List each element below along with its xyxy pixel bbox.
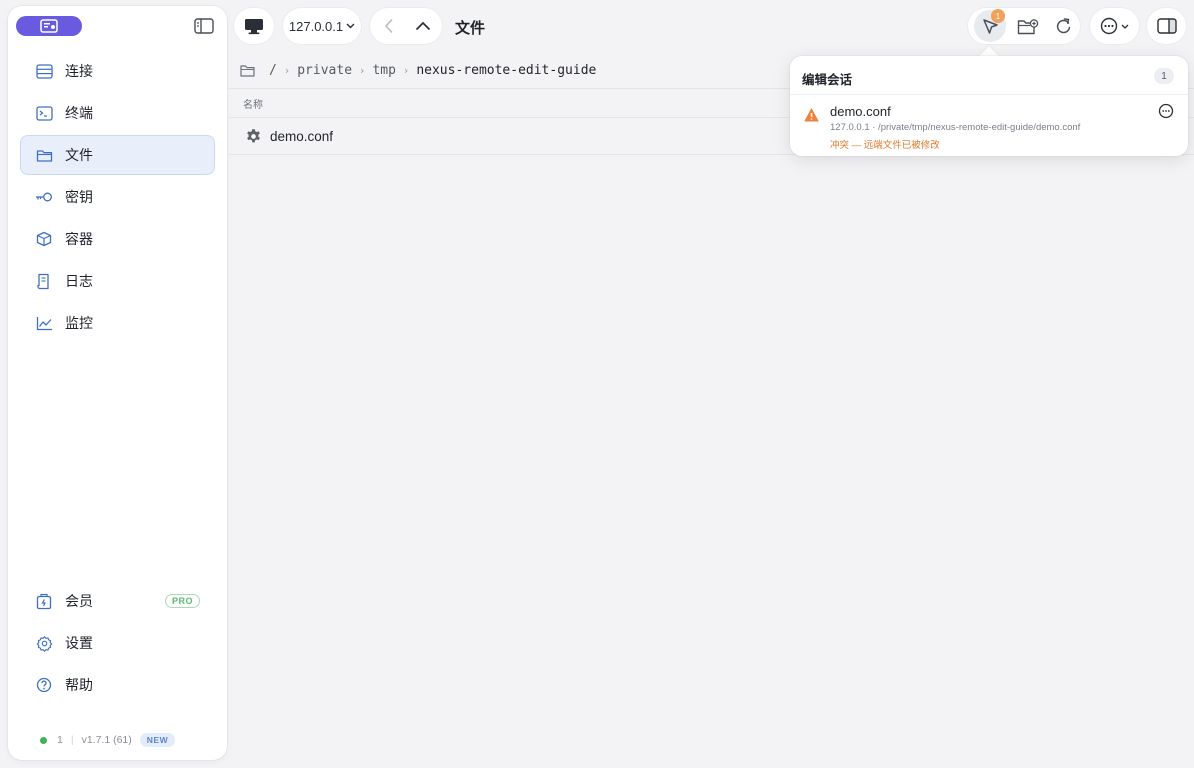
warning-icon xyxy=(804,108,819,122)
folder-add-icon xyxy=(1017,18,1039,34)
session-conflict-status: 冲突 — 远端文件已被修改 xyxy=(830,140,940,151)
pro-badge: PRO xyxy=(164,594,200,608)
sidebar-item-label: 设置 xyxy=(65,635,93,651)
breadcrumb: / › private › tmp › nexus-remote-edit-gu… xyxy=(240,61,596,79)
sidebar-item-label: 容器 xyxy=(65,231,93,247)
new-folder-button[interactable] xyxy=(1012,10,1044,42)
sidebar-item-membership[interactable]: 会员 PRO xyxy=(20,581,215,621)
sidebar-item-label: 监控 xyxy=(65,315,93,331)
box-icon xyxy=(35,230,53,248)
monitor-icon xyxy=(245,18,263,34)
sidebar-item-files[interactable]: 文件 xyxy=(20,135,215,175)
host-selector[interactable]: 127.0.0.1 xyxy=(283,8,361,44)
log-icon xyxy=(35,272,53,290)
connection-count: 1 xyxy=(57,734,63,746)
chevron-up-icon xyxy=(415,21,431,31)
chevron-down-icon xyxy=(1121,24,1129,29)
sidebar-bottom-nav: 会员 PRO 设置 帮助 xyxy=(20,581,215,707)
sidebar-item-monitor[interactable]: 监控 xyxy=(20,303,215,343)
sidebar-item-label: 帮助 xyxy=(65,677,93,693)
chevron-right-icon: › xyxy=(403,63,409,77)
sidebar-status-bar: 1 | v1.7.1 (61) NEW xyxy=(40,733,176,747)
chart-icon xyxy=(35,314,53,332)
more-icon xyxy=(1100,17,1118,35)
help-icon xyxy=(35,676,53,694)
inspector-toggle-button[interactable] xyxy=(1147,8,1186,44)
membership-icon xyxy=(35,592,53,610)
sidebar-item-connections[interactable]: 连接 xyxy=(20,51,215,91)
sidebar-item-containers[interactable]: 容器 xyxy=(20,219,215,259)
chevron-right-icon: › xyxy=(284,63,290,77)
file-name: demo.conf xyxy=(270,129,334,144)
status-divider: | xyxy=(70,734,74,746)
terminal-icon xyxy=(35,104,53,122)
back-button[interactable] xyxy=(372,9,406,43)
folder-icon xyxy=(35,146,53,164)
app-window: 连接 终端 文件 密钥 容器 日志 监控 会员 PRO 设置 帮助 1 | v1… xyxy=(0,0,1194,768)
sidebar-item-settings[interactable]: 设置 xyxy=(20,623,215,663)
breadcrumb-item-current[interactable]: nexus-remote-edit-guide xyxy=(416,63,596,78)
file-actions-group: 1 xyxy=(968,8,1080,44)
profile-card-icon xyxy=(40,19,58,33)
sidebar-toggle-button[interactable] xyxy=(193,16,215,36)
column-header-label: 名称 xyxy=(243,99,263,111)
breadcrumb-item[interactable]: private xyxy=(297,63,352,78)
sidebar-item-help[interactable]: 帮助 xyxy=(20,665,215,705)
file-browser: / › private › tmp › nexus-remote-edit-gu… xyxy=(228,52,1194,768)
app-version[interactable]: v1.7.1 (61) xyxy=(82,734,132,746)
sidebar-item-terminal[interactable]: 终端 xyxy=(20,93,215,133)
key-icon xyxy=(35,188,53,206)
sidebar-item-label: 日志 xyxy=(65,273,93,289)
popover-divider xyxy=(790,94,1188,95)
sidebar: 连接 终端 文件 密钥 容器 日志 监控 会员 PRO 设置 帮助 1 | v1… xyxy=(8,6,227,760)
popover-title: 编辑会话 xyxy=(802,73,853,87)
host-label: 127.0.0.1 xyxy=(288,18,344,34)
gear-icon xyxy=(244,128,262,146)
session-file-path: 127.0.0.1 · /private/tmp/nexus-remote-ed… xyxy=(830,122,1081,133)
chevron-down-icon xyxy=(346,21,355,31)
sidebar-nav: 连接 终端 文件 密钥 容器 日志 监控 xyxy=(20,51,215,345)
sidebar-item-keys[interactable]: 密钥 xyxy=(20,177,215,217)
right-panel-icon xyxy=(1156,18,1177,34)
sidebar-item-label: 会员 xyxy=(65,593,93,609)
refresh-button[interactable] xyxy=(1047,10,1079,42)
sidebar-item-label: 终端 xyxy=(65,105,93,121)
session-count-badge: 1 xyxy=(1154,68,1174,84)
edit-sessions-popover: 编辑会话 1 demo.conf 127.0.0.1 · /private/tm… xyxy=(790,56,1188,156)
profile-button[interactable] xyxy=(16,16,82,36)
sidebar-item-logs[interactable]: 日志 xyxy=(20,261,215,301)
sidebar-item-label: 密钥 xyxy=(65,189,93,205)
more-menu-button[interactable] xyxy=(1090,8,1139,44)
online-indicator xyxy=(40,736,47,744)
server-icon xyxy=(35,62,53,80)
more-options-icon[interactable] xyxy=(1158,103,1174,119)
edit-sessions-button[interactable]: 1 xyxy=(974,9,1006,42)
chevron-right-icon: › xyxy=(360,63,365,77)
gear-icon xyxy=(35,634,53,652)
breadcrumb-item[interactable]: tmp xyxy=(372,63,395,78)
breadcrumb-root[interactable]: / xyxy=(269,63,277,78)
notification-badge: 1 xyxy=(991,9,1005,23)
new-badge[interactable]: NEW xyxy=(139,733,176,747)
sidebar-item-label: 连接 xyxy=(65,63,93,79)
sidebar-item-label: 文件 xyxy=(65,147,93,163)
up-button[interactable] xyxy=(406,9,440,43)
session-file-name[interactable]: demo.conf xyxy=(830,104,891,119)
refresh-icon xyxy=(1056,18,1070,34)
navigation-group xyxy=(370,8,442,44)
local-machine-button[interactable] xyxy=(234,8,274,44)
sidebar-panel-icon xyxy=(194,18,214,34)
page-title: 文件 xyxy=(455,20,486,37)
chevron-left-icon xyxy=(384,18,393,34)
folder-icon xyxy=(240,64,255,77)
